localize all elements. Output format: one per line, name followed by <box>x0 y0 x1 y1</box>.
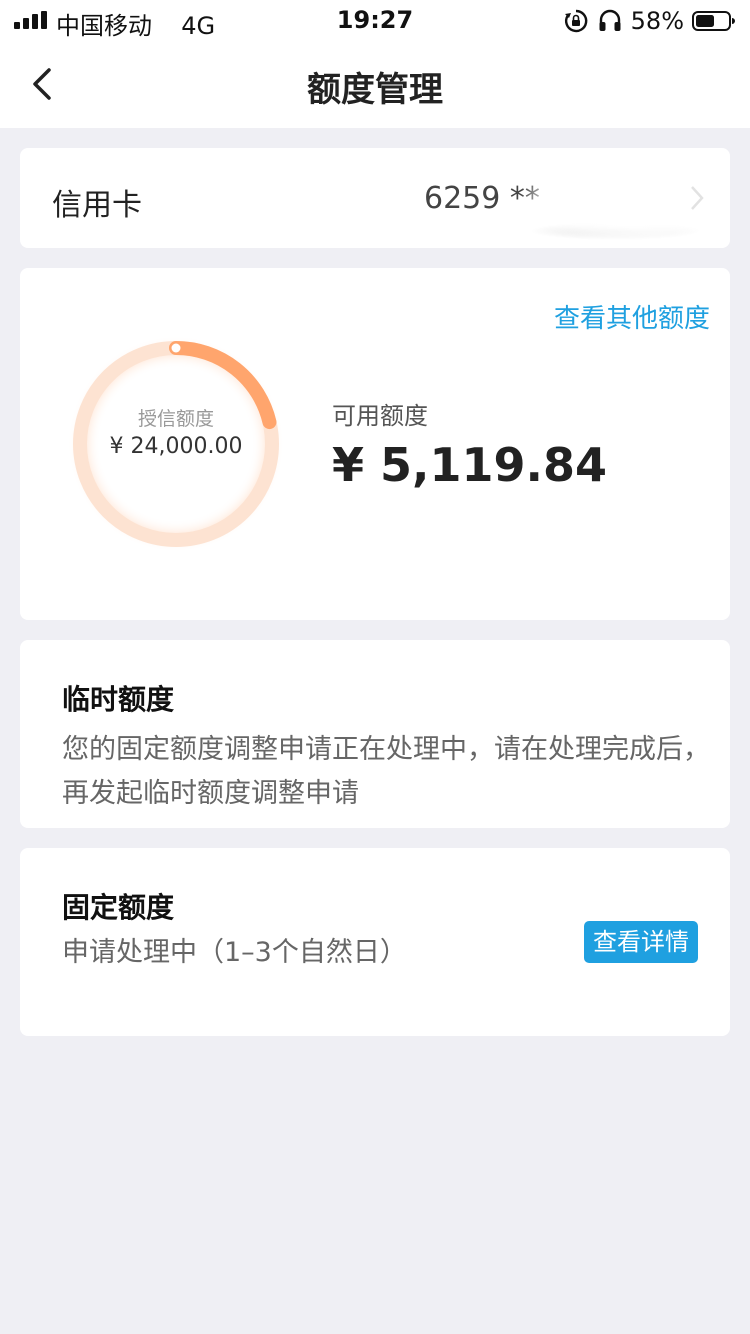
page-title: 额度管理 <box>307 70 443 110</box>
battery-percent: 58% <box>630 7 684 35</box>
fixed-limit-card: 固定额度 申请处理中（1–3个自然日） 查看详情 <box>20 848 730 1036</box>
view-details-button[interactable]: 查看详情 <box>584 921 698 963</box>
card-type-label: 信用卡 <box>52 188 142 223</box>
status-icons: 58% <box>563 6 736 36</box>
headphone-icon <box>599 9 621 31</box>
fixed-limit-title: 固定额度 <box>62 891 175 924</box>
status-bar: 中国移动 4G 19:27 58% <box>0 0 750 40</box>
card-selector[interactable]: 信用卡 6259 ** <box>20 148 730 248</box>
battery-icon <box>692 11 735 31</box>
limit-overview-card: 查看其他额度 授信额度 ¥ 24,000.00 可用额度 ¥ 5,119.84 <box>20 268 730 620</box>
credit-limit-value: ¥ 24,000.00 <box>109 434 243 459</box>
view-other-limits-link[interactable]: 查看其他额度 <box>554 298 710 335</box>
temporary-limit-title: 临时额度 <box>62 683 175 716</box>
chevron-right-icon <box>691 186 704 210</box>
available-limit-value: ¥ 5,119.84 <box>332 438 608 492</box>
fixed-limit-status: 申请处理中（1–3个自然日） <box>62 937 407 968</box>
navigation-bar: 额度管理 <box>0 40 750 128</box>
temporary-limit-description: 您的固定额度调整申请正在处理中，请在处理完成后，再发起临时额度调整申请 <box>62 734 710 809</box>
rotation-lock-icon <box>564 9 588 33</box>
credit-limit-label: 授信额度 <box>137 408 214 430</box>
temporary-limit-card: 临时额度 您的固定额度调整申请正在处理中，请在处理完成后，再发起临时额度调整申请 <box>20 640 730 828</box>
available-limit-label: 可用额度 <box>332 402 428 430</box>
ring-start-dot <box>171 343 181 353</box>
